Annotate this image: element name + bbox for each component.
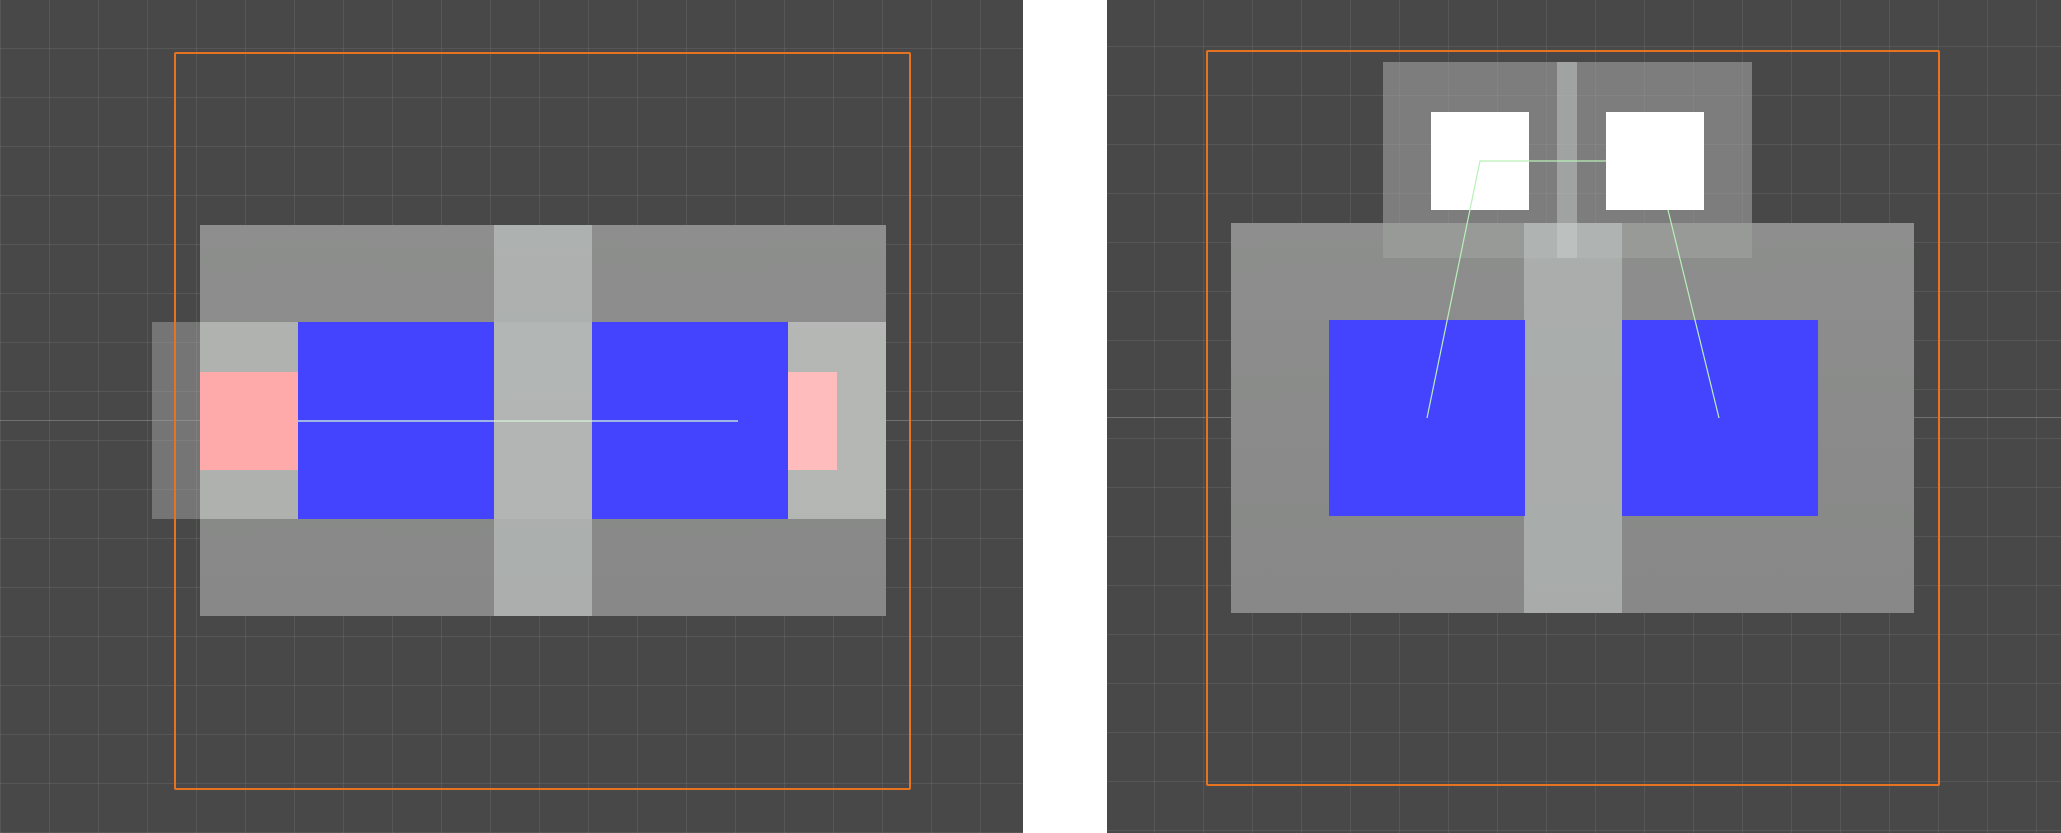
left-viewport[interactable]: [0, 0, 1023, 833]
right-viewport[interactable]: [1107, 0, 2061, 833]
camera-frame-left[interactable]: [174, 52, 911, 790]
camera-frame-right[interactable]: [1206, 50, 1940, 786]
